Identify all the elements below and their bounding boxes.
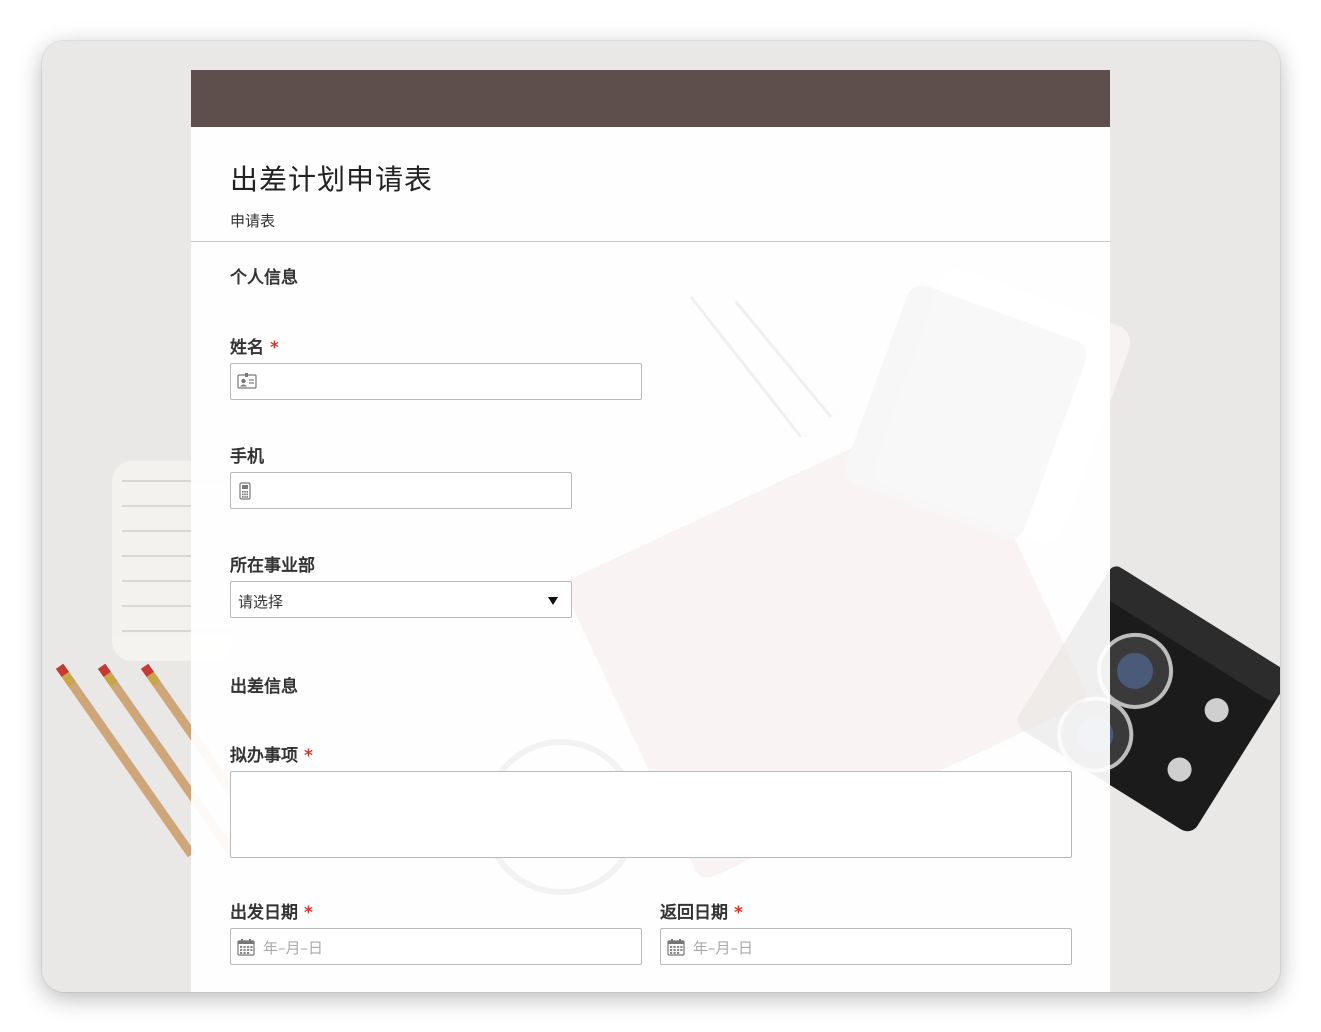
required-mark: * xyxy=(270,338,279,358)
mobile-phone-icon xyxy=(239,482,251,504)
app-window: 出差计划申请表 申请表 个人信息 姓名 * 手机 所在事业部 请选择 出差信息 … xyxy=(42,41,1280,992)
calendar-icon xyxy=(667,938,685,960)
required-mark: * xyxy=(304,746,313,766)
caret-down-icon xyxy=(548,597,558,605)
depart-date-input[interactable] xyxy=(261,929,635,966)
phone-field[interactable] xyxy=(230,472,572,510)
depart-date-label-text: 出发日期 xyxy=(230,903,298,923)
form-subtitle: 申请表 xyxy=(230,212,276,230)
application-form: 出差计划申请表 申请表 个人信息 姓名 * 手机 所在事业部 请选择 出差信息 … xyxy=(191,70,1110,992)
calendar-icon xyxy=(237,938,255,960)
required-mark: * xyxy=(734,903,743,923)
return-date-field[interactable] xyxy=(660,928,1072,966)
name-field[interactable] xyxy=(230,363,642,401)
section-title-trip: 出差信息 xyxy=(230,677,298,697)
phone-label: 手机 xyxy=(230,447,264,467)
department-selected-value: 请选择 xyxy=(238,593,284,611)
department-label: 所在事业部 xyxy=(230,556,315,576)
form-watermark-image xyxy=(483,285,1087,895)
name-input[interactable] xyxy=(261,364,635,401)
return-date-input[interactable] xyxy=(691,929,1065,966)
name-label-text: 姓名 xyxy=(230,338,264,358)
department-select[interactable]: 请选择 xyxy=(230,581,572,618)
name-label: 姓名 * xyxy=(230,333,279,358)
section-title-personal: 个人信息 xyxy=(230,268,298,288)
matters-label: 拟办事项 * xyxy=(230,741,313,766)
return-date-label-text: 返回日期 xyxy=(660,903,728,923)
depart-date-label: 出发日期 * xyxy=(230,898,313,923)
return-date-label: 返回日期 * xyxy=(660,898,743,923)
matters-textarea[interactable] xyxy=(230,771,1072,858)
required-mark: * xyxy=(304,903,313,923)
form-header-band xyxy=(191,70,1110,127)
phone-input[interactable] xyxy=(261,473,565,510)
matters-label-text: 拟办事项 xyxy=(230,746,298,766)
depart-date-field[interactable] xyxy=(230,928,642,966)
id-card-icon xyxy=(237,373,257,393)
form-title: 出差计划申请表 xyxy=(230,163,434,196)
header-divider xyxy=(191,241,1110,242)
